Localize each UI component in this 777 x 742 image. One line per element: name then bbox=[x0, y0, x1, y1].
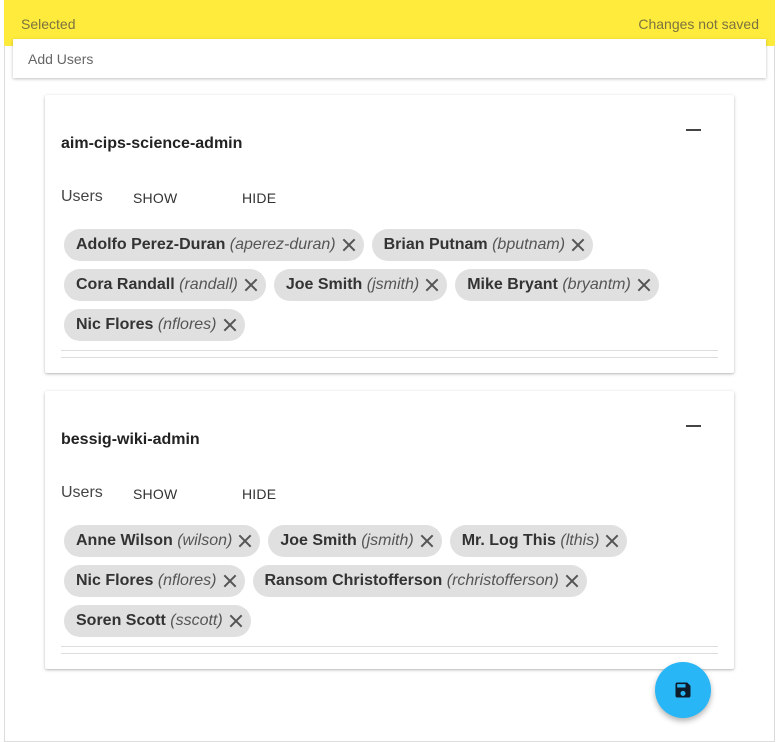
collapse-minus-icon[interactable] bbox=[686, 129, 701, 131]
user-chip: Nic Flores (nflores) bbox=[64, 309, 245, 341]
group-card: aim-cips-science-admin Users SHOW HIDE A… bbox=[45, 95, 734, 373]
user-chip: Adolfo Perez-Duran (aperez-duran) bbox=[64, 229, 364, 261]
user-name: Mike Bryant bbox=[467, 276, 558, 293]
user-name: Ransom Christofferson bbox=[264, 572, 443, 589]
users-label: Users bbox=[61, 484, 103, 501]
divider bbox=[61, 350, 718, 351]
remove-user-close-icon[interactable] bbox=[232, 525, 256, 557]
remove-user-close-icon[interactable] bbox=[238, 269, 262, 301]
user-name: Joe Smith bbox=[280, 532, 357, 549]
remove-user-close-icon[interactable] bbox=[419, 269, 443, 301]
user-chip: Cora Randall (randall) bbox=[64, 269, 266, 301]
user-name: Nic Flores bbox=[76, 572, 154, 589]
user-name: Anne Wilson bbox=[76, 532, 173, 549]
save-button[interactable] bbox=[655, 662, 711, 718]
remove-user-close-icon[interactable] bbox=[565, 229, 589, 261]
hide-users-button[interactable]: HIDE bbox=[242, 486, 276, 502]
user-chip: Mike Bryant (bryantm) bbox=[455, 269, 659, 301]
remove-user-close-icon[interactable] bbox=[217, 309, 241, 341]
user-chip: Brian Putnam (bputnam) bbox=[371, 229, 594, 261]
user-name: Mr. Log This bbox=[461, 532, 556, 549]
user-chip-list: Adolfo Perez-Duran (aperez-duran) Brian P… bbox=[64, 229, 714, 349]
group-title: aim-cips-science-admin bbox=[61, 135, 243, 152]
unsaved-status: Changes not saved bbox=[638, 16, 759, 32]
user-username: (wilson) bbox=[177, 532, 233, 549]
users-label: Users bbox=[61, 188, 103, 205]
user-name: Soren Scott bbox=[76, 612, 166, 629]
user-name: Brian Putnam bbox=[383, 236, 488, 253]
hide-users-button[interactable]: HIDE bbox=[242, 190, 276, 206]
user-username: (bputnam) bbox=[492, 236, 566, 253]
user-username: (bryantm) bbox=[562, 276, 631, 293]
user-username: (nflores) bbox=[157, 316, 217, 333]
user-chip: Ransom Christofferson (rchristofferson) bbox=[252, 565, 587, 597]
user-username: (jsmith) bbox=[361, 532, 414, 549]
user-chip: Mr. Log This (lthis) bbox=[449, 525, 628, 557]
selected-label: Selected bbox=[21, 16, 76, 32]
remove-user-close-icon[interactable] bbox=[559, 565, 583, 597]
add-users-input[interactable] bbox=[13, 39, 766, 78]
remove-user-close-icon[interactable] bbox=[336, 229, 360, 261]
user-username: (aperez-duran) bbox=[229, 236, 336, 253]
user-username: (nflores) bbox=[157, 572, 217, 589]
user-username: (jsmith) bbox=[366, 276, 420, 293]
show-users-button[interactable]: SHOW bbox=[133, 486, 177, 502]
remove-user-close-icon[interactable] bbox=[223, 605, 247, 637]
remove-user-close-icon[interactable] bbox=[414, 525, 438, 557]
remove-user-close-icon[interactable] bbox=[599, 525, 623, 557]
user-username: (lthis) bbox=[560, 532, 600, 549]
divider bbox=[61, 357, 718, 358]
divider bbox=[61, 646, 718, 647]
remove-user-close-icon[interactable] bbox=[217, 565, 241, 597]
group-card: bessig-wiki-admin Users SHOW HIDE Anne W… bbox=[45, 391, 734, 669]
user-name: Nic Flores bbox=[76, 316, 154, 333]
user-chip: Joe Smith (jsmith) bbox=[268, 525, 442, 557]
collapse-minus-icon[interactable] bbox=[686, 425, 701, 427]
show-users-button[interactable]: SHOW bbox=[133, 190, 177, 206]
user-name: Adolfo Perez-Duran bbox=[76, 236, 226, 253]
user-name: Cora Randall bbox=[76, 276, 175, 293]
user-chip: Joe Smith (jsmith) bbox=[273, 269, 448, 301]
save-icon bbox=[675, 682, 691, 698]
user-chip-list: Anne Wilson (wilson) Joe Smith (jsmith) Mr… bbox=[64, 525, 714, 645]
user-chip: Soren Scott (sscott) bbox=[64, 605, 251, 637]
user-username: (rchristofferson) bbox=[446, 572, 559, 589]
user-chip: Nic Flores (nflores) bbox=[64, 565, 245, 597]
group-title: bessig-wiki-admin bbox=[61, 431, 200, 448]
remove-user-close-icon[interactable] bbox=[631, 269, 655, 301]
user-username: (randall) bbox=[179, 276, 238, 293]
user-name: Joe Smith bbox=[285, 276, 363, 293]
user-chip: Anne Wilson (wilson) bbox=[64, 525, 261, 557]
divider bbox=[61, 653, 718, 654]
user-username: (sscott) bbox=[170, 612, 223, 629]
